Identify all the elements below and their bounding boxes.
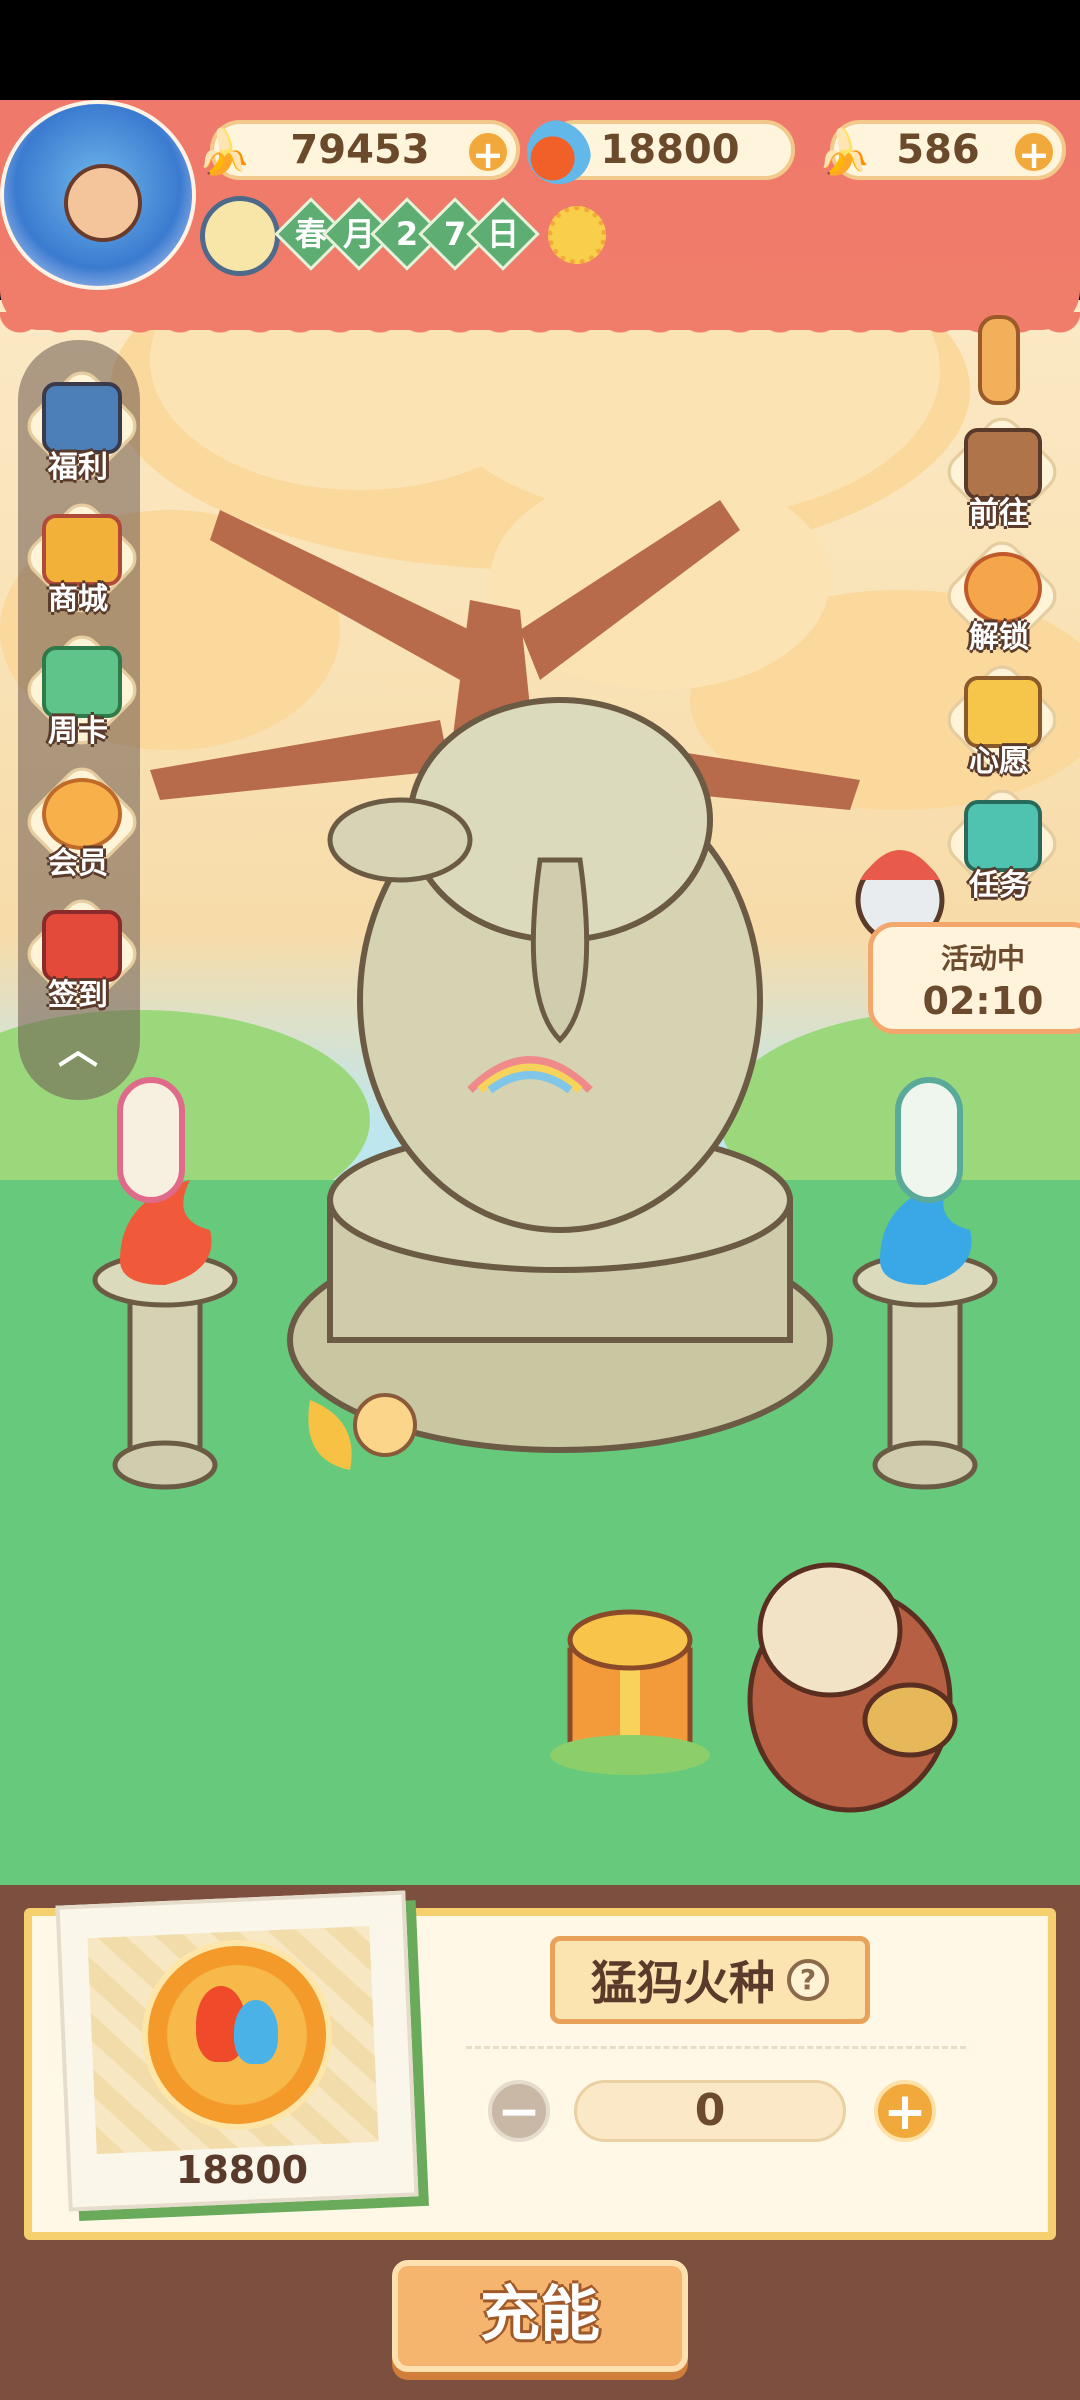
blue-banana-value: 586 bbox=[896, 127, 980, 173]
calendar-day-label: 日 bbox=[486, 215, 519, 253]
banana-add-button[interactable]: + bbox=[466, 130, 510, 177]
menu-wish-label: 心愿 bbox=[969, 744, 1029, 779]
blue-banana-currency: 🍌 586 + bbox=[817, 120, 1066, 180]
game-scene bbox=[0, 300, 1080, 1885]
item-card-value: 18800 bbox=[175, 2148, 309, 2192]
player-avatar[interactable] bbox=[0, 100, 196, 290]
menu-checkin-button[interactable]: 签到 bbox=[16, 891, 145, 1024]
menu-weekcard-button[interactable]: 周卡 bbox=[16, 627, 145, 760]
flame-token-icon bbox=[142, 1940, 332, 2130]
menu-checkin-label: 签到 bbox=[48, 978, 108, 1013]
quantity-field[interactable]: 0 bbox=[574, 2080, 846, 2142]
activity-timer[interactable]: 活动中 02:10 bbox=[868, 922, 1080, 1034]
menu-weekcard-label: 周卡 bbox=[48, 714, 108, 749]
increase-button[interactable]: + bbox=[874, 2080, 936, 2142]
activity-status: 活动中 bbox=[940, 942, 1025, 975]
lantern-icon bbox=[978, 315, 1020, 405]
menu-welfare-label: 福利 bbox=[48, 450, 108, 485]
decrease-button[interactable]: − bbox=[488, 2080, 550, 2142]
divider bbox=[466, 2046, 966, 2049]
status-bar bbox=[0, 0, 1080, 100]
menu-shop-button[interactable]: 商城 bbox=[16, 495, 145, 628]
help-icon[interactable]: ? bbox=[787, 1959, 829, 2001]
sun-icon[interactable] bbox=[548, 206, 606, 264]
menu-unlock-label: 解锁 bbox=[969, 620, 1029, 655]
menu-task-label: 任务 bbox=[969, 868, 1029, 903]
menu-unlock-button[interactable]: 解锁 bbox=[934, 533, 1065, 666]
flame-icon bbox=[527, 120, 591, 184]
banana-currency: 🍌 79453 + bbox=[197, 120, 520, 180]
fire-currency: 18800 bbox=[527, 120, 795, 184]
menu-task-button[interactable]: 任务 bbox=[934, 781, 1065, 914]
activity-countdown: 02:10 bbox=[922, 979, 1044, 1023]
fire-value: 18800 bbox=[600, 127, 740, 173]
charge-button[interactable]: 充能 bbox=[392, 2260, 688, 2372]
banana-value: 79453 bbox=[290, 127, 430, 173]
menu-member-button[interactable]: 会员 bbox=[16, 759, 145, 892]
menu-wish-button[interactable]: 心愿 bbox=[934, 657, 1065, 790]
menu-goto-label: 前往 bbox=[969, 496, 1029, 531]
menu-member-label: 会员 bbox=[48, 846, 108, 881]
avatar-character-icon bbox=[64, 164, 142, 242]
menu-shop-label: 商城 bbox=[48, 582, 108, 617]
chevron-up-icon[interactable]: ︿ bbox=[52, 1030, 104, 1070]
blue-banana-icon: 🍌 bbox=[816, 127, 872, 178]
moon-badge-icon bbox=[200, 196, 280, 276]
banana-icon: 🍌 bbox=[196, 127, 252, 178]
item-name: 猛犸火种 bbox=[591, 1956, 775, 2010]
menu-goto-button[interactable]: 前往 bbox=[934, 409, 1065, 542]
menu-welfare-button[interactable]: 福利 bbox=[16, 363, 145, 496]
item-name-tag: 猛犸火种 ? bbox=[550, 1936, 870, 2024]
blue-banana-add-button[interactable]: + bbox=[1012, 130, 1056, 177]
